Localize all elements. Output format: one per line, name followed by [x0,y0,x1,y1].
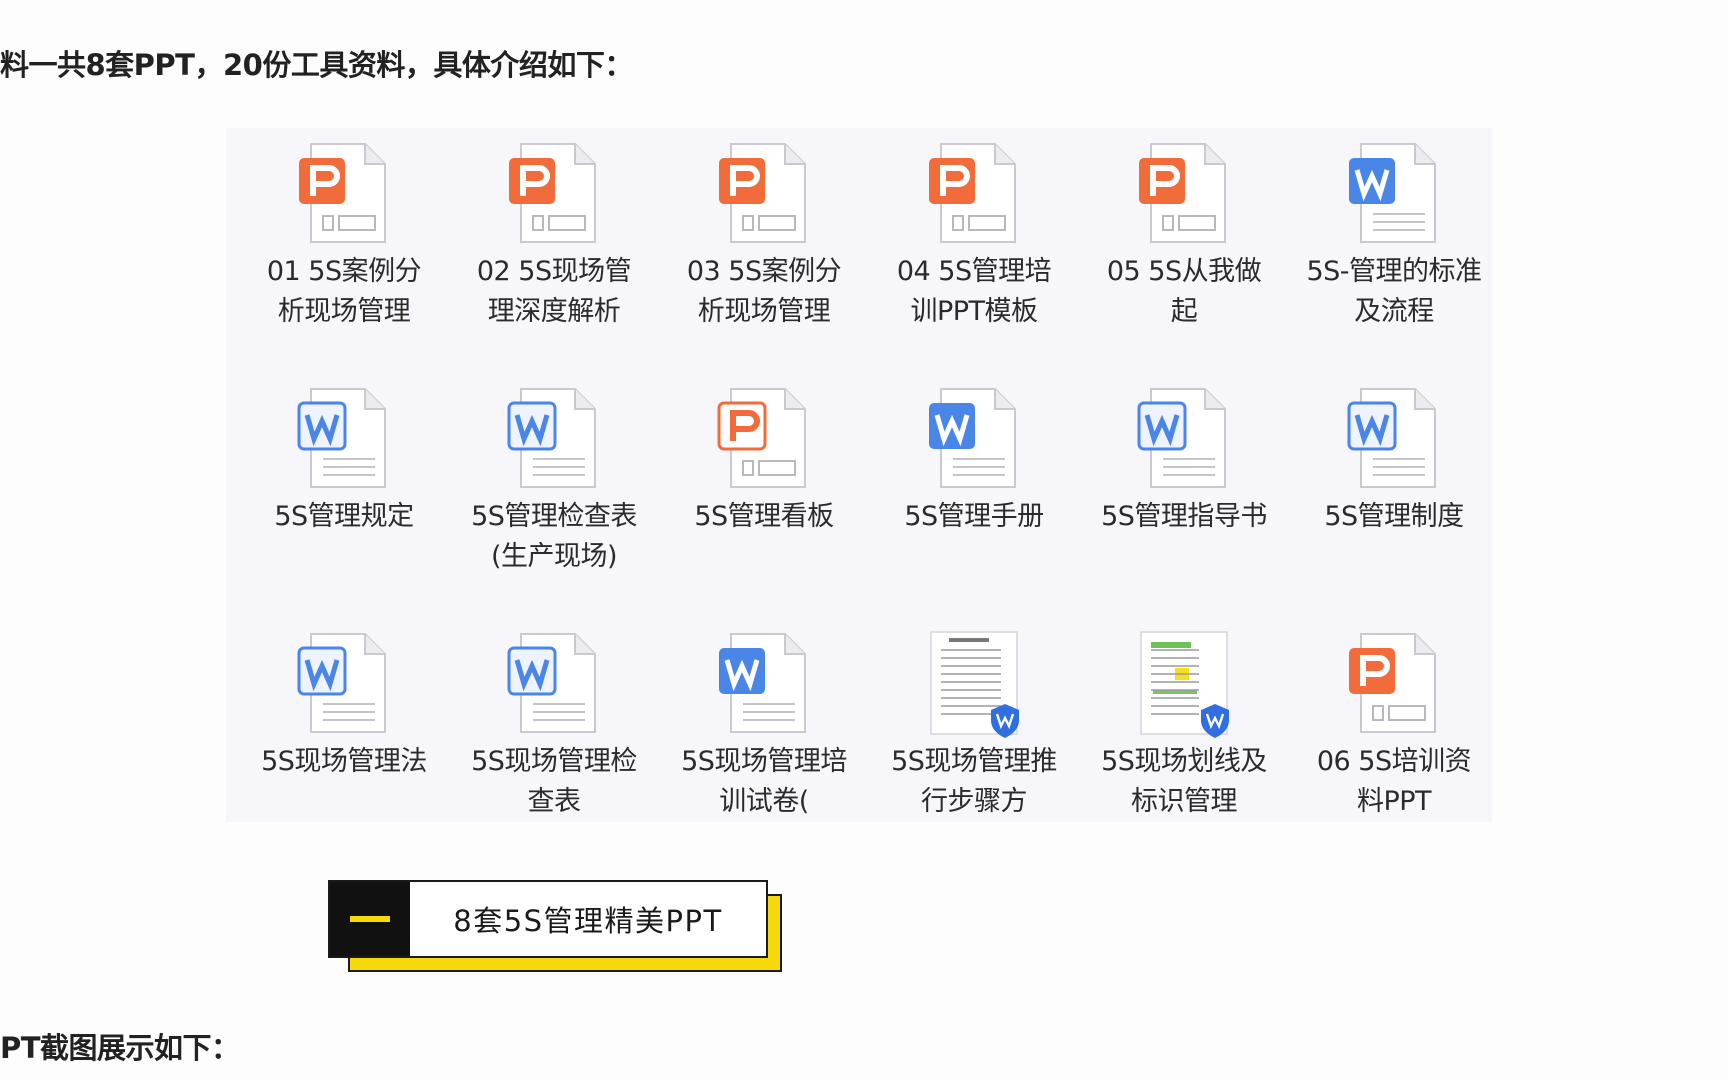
file-item[interactable]: 5S管理制度 [1288,383,1500,537]
file-item[interactable]: 5S管理指导书 [1078,383,1290,537]
file-item[interactable]: 03 5S案例分析现场管理 [658,138,870,332]
word-file-icon [499,383,609,493]
word-file-icon [709,628,819,738]
file-name: 5S-管理的标准及流程 [1306,256,1482,327]
file-item[interactable]: 5S现场管理法 [238,628,450,782]
section-header-box: 8套5S管理精美PPT [328,880,768,958]
word-file-icon [289,628,399,738]
ppt-file-icon [1129,138,1239,248]
file-item[interactable]: 04 5S管理培训PPT模板 [868,138,1080,332]
section-title: 8套5S管理精美PPT [453,904,723,938]
ppt-file-icon [499,138,609,248]
file-name: 5S现场管理推行步骤方 [891,746,1057,817]
file-name: 05 5S从我做起 [1106,256,1262,327]
file-name: 5S现场管理培训试卷( [681,746,847,817]
file-item[interactable]: 5S现场管理检查表 [448,628,660,822]
file-item[interactable]: 02 5S现场管理深度解析 [448,138,660,332]
section-number-badge [330,882,410,956]
ppt-file-icon [709,138,819,248]
file-item[interactable]: 5S管理看板 [658,383,870,537]
file-item[interactable]: 5S现场管理推行步骤方 [868,628,1080,822]
file-name: 5S现场管理检查表 [471,746,637,817]
file-name: 5S管理制度 [1324,501,1464,532]
file-name: 04 5S管理培训PPT模板 [896,256,1052,327]
word-file-icon [289,383,399,493]
file-name: 02 5S现场管理深度解析 [476,256,632,327]
file-name: 5S现场划线及标识管理 [1101,746,1267,817]
word-file-icon [919,383,1029,493]
word-file-icon [1339,138,1449,248]
file-item[interactable]: 5S管理规定 [238,383,450,537]
file-name: 06 5S培训资料PPT [1316,746,1472,817]
outro-text: PT截图展示如下： [0,1031,240,1065]
document-thumbnail-icon [1129,628,1239,738]
file-item[interactable]: 5S现场划线及标识管理 [1078,628,1290,822]
document-thumbnail-icon [919,628,1029,738]
file-name: 5S管理手册 [904,501,1044,532]
file-item[interactable]: 5S管理手册 [868,383,1080,537]
file-name: 03 5S案例分析现场管理 [686,256,842,327]
file-item[interactable]: 5S管理检查表(生产现场) [448,383,660,577]
file-name: 5S管理检查表(生产现场) [471,501,637,572]
section-header: 8套5S管理精美PPT [328,880,782,972]
file-name: 5S管理指导书 [1101,501,1267,532]
file-name: 5S现场管理法 [261,746,427,777]
word-file-icon [1129,383,1239,493]
file-name: 5S管理看板 [694,501,834,532]
ppt-file-icon [919,138,1029,248]
ppt-file-icon [709,383,819,493]
ppt-file-icon [1339,628,1449,738]
file-grid-panel: 01 5S案例分析现场管理 02 5S现场管理深度解析 03 5S案例分析现场管理 0… [226,128,1492,822]
file-item[interactable]: 5S现场管理培训试卷( [658,628,870,822]
page: 料一共8套PPT，20份工具资料，具体介绍如下： 01 5S案例分析现场管理 02… [0,0,1728,1080]
file-item[interactable]: 01 5S案例分析现场管理 [238,138,450,332]
file-item[interactable]: 5S-管理的标准及流程 [1288,138,1500,332]
file-name: 01 5S案例分析现场管理 [266,256,422,327]
file-item[interactable]: 05 5S从我做起 [1078,138,1290,332]
word-file-icon [1339,383,1449,493]
intro-text: 料一共8套PPT，20份工具资料，具体介绍如下： [0,48,633,82]
ppt-file-icon [289,138,399,248]
file-name: 5S管理规定 [274,501,414,532]
word-file-icon [499,628,609,738]
section-number-dash [350,916,390,922]
file-item[interactable]: 06 5S培训资料PPT [1288,628,1500,822]
